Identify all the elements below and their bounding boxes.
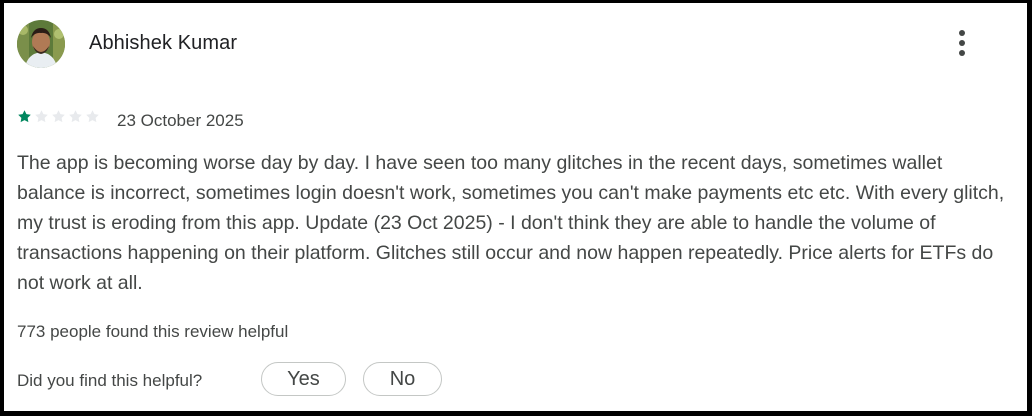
review-card: Abhishek Kumar 23 October 2025 The app i… (4, 3, 1027, 411)
author-name: Abhishek Kumar (89, 32, 238, 54)
star-empty-icon (52, 110, 65, 123)
avatar (17, 20, 65, 68)
star-filled-icon (18, 110, 31, 123)
star-empty-icon (86, 110, 99, 123)
no-button[interactable]: No (363, 362, 442, 396)
more-options-button[interactable] (950, 27, 974, 59)
star-empty-icon (35, 110, 48, 123)
helpful-count: 773 people found this review helpful (17, 322, 289, 341)
helpful-question: Did you find this helpful? (17, 371, 203, 390)
review-text: The app is becoming worse day by day. I … (17, 152, 1005, 294)
review-date: 23 October 2025 (117, 111, 244, 130)
more-vert-icon (959, 30, 965, 56)
yes-button[interactable]: Yes (261, 362, 346, 396)
star-rating (17, 109, 100, 124)
star-empty-icon (69, 110, 82, 123)
